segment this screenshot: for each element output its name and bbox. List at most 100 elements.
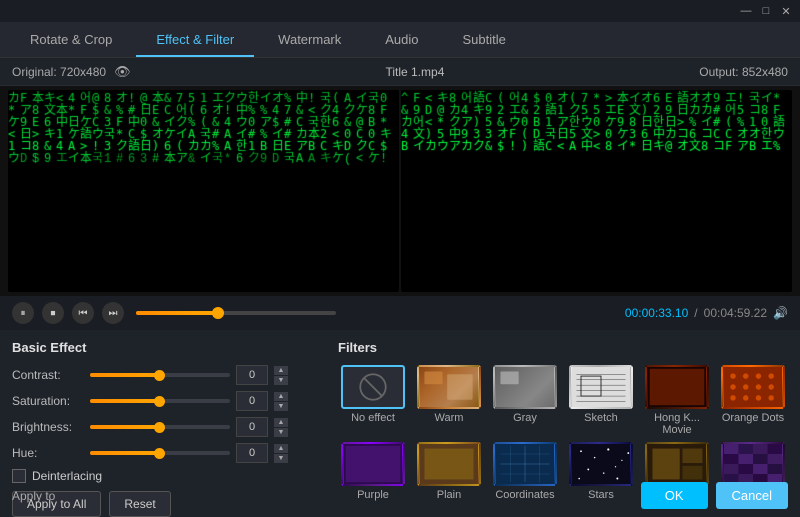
original-preview [8,90,399,292]
original-size: Original: 720x480 [12,65,106,79]
contrast-increment[interactable]: ▲ [274,366,288,375]
hue-stepper[interactable]: ▲ ▼ [274,444,288,463]
filter-label-coordinates: Coordinates [495,489,554,501]
filters-title: Filters [338,340,788,355]
hue-row: Hue: 0 ▲ ▼ [12,443,322,463]
output-preview-canvas [401,90,792,292]
maximize-button[interactable]: □ [758,3,774,19]
saturation-increment[interactable]: ▲ [274,392,288,401]
controls-bar: ⏸ ⏹ ⏮ ⏭ 00:00:33.10 / 00:04:59.22 🔊 [0,296,800,330]
deinterlacing-checkbox[interactable] [12,469,26,483]
pause-button[interactable]: ⏸ [12,302,34,324]
contrast-stepper[interactable]: ▲ ▼ [274,366,288,385]
filter-thumb-purple [341,442,405,486]
contrast-label: Contrast: [12,368,84,382]
saturation-label: Saturation: [12,394,84,408]
time-current: 00:00:33.10 [625,306,688,320]
minimize-button[interactable]: — [738,3,754,19]
filter-thumb-no-effect [341,365,405,409]
tab-effect-filter[interactable]: Effect & Filter [136,24,254,57]
filter-item-sketch[interactable]: Sketch [566,365,636,436]
brightness-decrement[interactable]: ▼ [274,428,288,437]
saturation-value: 0 [236,391,268,411]
title-bar: — □ ✕ [0,0,800,22]
close-button[interactable]: ✕ [778,3,794,19]
hue-decrement[interactable]: ▼ [274,454,288,463]
hue-increment[interactable]: ▲ [274,444,288,453]
filter-label-sketch: Sketch [584,412,618,424]
tab-subtitle[interactable]: Subtitle [443,24,526,57]
tab-bar: Rotate & Crop Effect & Filter Watermark … [0,22,800,58]
filter-thumb-coordinates [493,442,557,486]
tab-rotate-crop[interactable]: Rotate & Crop [10,24,132,57]
deinterlacing-label: Deinterlacing [32,469,102,483]
time-total: 00:04:59.22 [704,306,767,320]
brightness-label: Brightness: [12,420,84,434]
basic-effect-panel: Basic Effect Contrast: 0 ▲ ▼ Saturation:… [12,340,322,503]
info-bar: Original: 720x480 👁 Title 1.mp4 Output: … [0,58,800,86]
original-preview-canvas [8,90,399,292]
tab-watermark[interactable]: Watermark [258,24,361,57]
tab-audio[interactable]: Audio [365,24,438,57]
file-title: Title 1.mp4 [385,65,444,79]
preview-area [0,86,800,296]
volume-icon[interactable]: 🔊 [773,306,788,320]
hue-label: Hue: [12,446,84,460]
saturation-row: Saturation: 0 ▲ ▼ [12,391,322,411]
saturation-decrement[interactable]: ▼ [274,402,288,411]
next-frame-button[interactable]: ⏭ [102,302,124,324]
filter-thumb-hong-kong [645,365,709,409]
filter-label-orange-dots: Orange Dots [722,412,784,424]
hue-slider[interactable] [90,451,230,455]
filter-item-orange-dots[interactable]: Orange Dots [718,365,788,436]
filter-thumb-warm [417,365,481,409]
brightness-row: Brightness: 0 ▲ ▼ [12,417,322,437]
basic-effect-title: Basic Effect [12,340,322,355]
contrast-slider[interactable] [90,373,230,377]
brightness-slider[interactable] [90,425,230,429]
filter-item-purple[interactable]: Purple [338,442,408,501]
filter-label-gray: Gray [513,412,537,424]
filter-thumb-sketch [569,365,633,409]
contrast-value: 0 [236,365,268,385]
bottom-bar: OK Cancel [629,477,800,513]
filter-thumb-orange-dots [721,365,785,409]
saturation-slider[interactable] [90,399,230,403]
filter-label-stars: Stars [588,489,614,501]
filter-item-plain[interactable]: Plain [414,442,484,501]
hue-value: 0 [236,443,268,463]
apply-to-label: Apply to [12,489,55,503]
filter-thumb-plain [417,442,481,486]
filter-item-stars[interactable]: Stars [566,442,636,501]
filter-label-no-effect: No effect [351,412,395,424]
filter-label-warm: Warm [435,412,464,424]
eye-icon[interactable]: 👁 [114,64,131,80]
progress-thumb[interactable] [212,307,224,319]
stop-button[interactable]: ⏹ [42,302,64,324]
progress-slider[interactable] [136,311,336,315]
filter-label-hong-kong: Hong K... Movie [642,412,712,436]
filter-label-plain: Plain [437,489,461,501]
progress-fill [136,311,216,315]
filter-label-purple: Purple [357,489,389,501]
brightness-value: 0 [236,417,268,437]
saturation-stepper[interactable]: ▲ ▼ [274,392,288,411]
ok-button[interactable]: OK [641,482,708,509]
filter-item-warm[interactable]: Warm [414,365,484,436]
filter-item-coordinates[interactable]: Coordinates [490,442,560,501]
time-separator: / [694,306,697,320]
filter-item-hong-kong[interactable]: Hong K... Movie [642,365,712,436]
brightness-increment[interactable]: ▲ [274,418,288,427]
contrast-row: Contrast: 0 ▲ ▼ [12,365,322,385]
reset-button[interactable]: Reset [109,491,170,517]
output-preview [401,90,792,292]
filter-item-gray[interactable]: Gray [490,365,560,436]
filter-item-no-effect[interactable]: No effect [338,365,408,436]
contrast-decrement[interactable]: ▼ [274,376,288,385]
brightness-stepper[interactable]: ▲ ▼ [274,418,288,437]
filter-thumb-gray [493,365,557,409]
prev-frame-button[interactable]: ⏮ [72,302,94,324]
action-buttons: Apply to All Reset [12,491,322,517]
cancel-button[interactable]: Cancel [716,482,788,509]
filter-thumb-stars [569,442,633,486]
